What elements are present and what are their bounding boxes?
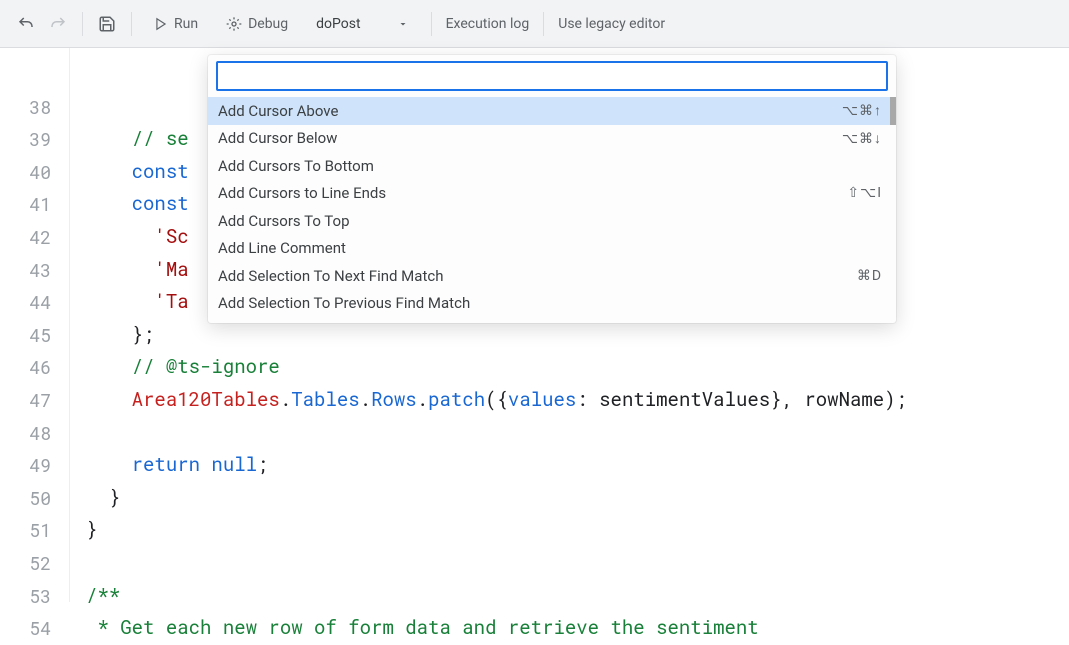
palette-item-shortcut: ⌥⌘↓ [842,130,882,147]
separator [82,12,83,36]
palette-item-label: Add Cursor Below [218,129,337,147]
palette-item-label: Add Selection To Next Find Match [218,267,443,285]
line-number: 49 [0,449,69,482]
line-number: 51 [0,514,69,547]
command-palette: Add Cursor Above ⌥⌘↑ Add Cursor Below ⌥⌘… [208,55,896,323]
line-number: 42 [0,221,69,254]
toolbar: Run Debug doPost Execution log Use legac… [0,0,1069,48]
palette-item-label: Add Line Comment [218,239,346,257]
execution-log-button[interactable]: Execution log [446,16,530,32]
line-number: 46 [0,351,69,384]
chevron-down-icon [397,18,409,30]
code-line: /** [70,580,1069,613]
line-number: 39 [0,123,69,156]
palette-item[interactable]: Add Cursors to Line Ends ⇧⌥I [208,180,896,208]
palette-item[interactable]: Add Cursor Below ⌥⌘↓ [208,125,896,153]
line-number: 48 [0,417,69,450]
line-number: 40 [0,156,69,189]
code-line: } [70,514,1069,547]
redo-icon[interactable] [48,14,68,34]
separator [131,12,132,36]
palette-item-label: Add Selection To Previous Find Match [218,294,470,312]
palette-item[interactable]: Add Cursors To Top [208,207,896,235]
run-button[interactable]: Run [146,12,206,36]
line-number [0,58,69,91]
code-line: Area120Tables.Tables.Rows.patch({values:… [70,384,1069,417]
code-line: * Get each new row of form data and retr… [70,612,1069,645]
line-number: 50 [0,482,69,515]
palette-item[interactable]: Add Selection To Previous Find Match [208,290,896,318]
command-palette-list: Add Cursor Above ⌥⌘↑ Add Cursor Below ⌥⌘… [208,97,896,317]
palette-item[interactable]: Add Selection To Next Find Match ⌘D [208,262,896,290]
palette-item-label: Add Cursors To Top [218,212,350,230]
palette-item-label: Add Cursor Above [218,102,338,120]
code-line [70,417,1069,450]
function-select-value: doPost [316,16,360,32]
function-select[interactable]: doPost [308,12,416,36]
palette-item-shortcut: ⌘D [857,268,882,284]
line-number: 53 [0,580,69,613]
code-line: return null; [70,449,1069,482]
undo-icon[interactable] [16,14,36,34]
code-line: }; [70,319,1069,352]
line-number: 43 [0,254,69,287]
separator [543,12,544,36]
palette-item-label: Add Cursors to Line Ends [218,184,386,202]
line-number: 52 [0,547,69,580]
palette-item-shortcut: ⇧⌥I [847,185,882,201]
palette-item-shortcut: ⌥⌘↑ [842,102,882,119]
line-number: 41 [0,188,69,221]
line-gutter: 38 39 40 41 42 43 44 45 46 47 48 49 50 5… [0,48,70,602]
palette-item[interactable]: Add Cursor Above ⌥⌘↑ [208,97,896,125]
debug-button[interactable]: Debug [218,12,296,36]
debug-label: Debug [248,16,288,32]
line-number: 54 [0,612,69,645]
line-number: 38 [0,91,69,124]
save-icon[interactable] [97,14,117,34]
line-number: 45 [0,319,69,352]
code-line [70,547,1069,580]
code-line: } [70,482,1069,515]
palette-item[interactable]: Add Line Comment [208,235,896,263]
palette-item-label: Add Cursors To Bottom [218,157,374,175]
code-line: // @ts-ignore [70,351,1069,384]
legacy-editor-link[interactable]: Use legacy editor [558,16,665,32]
command-palette-input[interactable] [216,61,888,91]
separator [431,12,432,36]
palette-item[interactable]: Add Cursors To Bottom [208,152,896,180]
line-number: 44 [0,286,69,319]
line-number: 47 [0,384,69,417]
run-label: Run [174,16,198,32]
